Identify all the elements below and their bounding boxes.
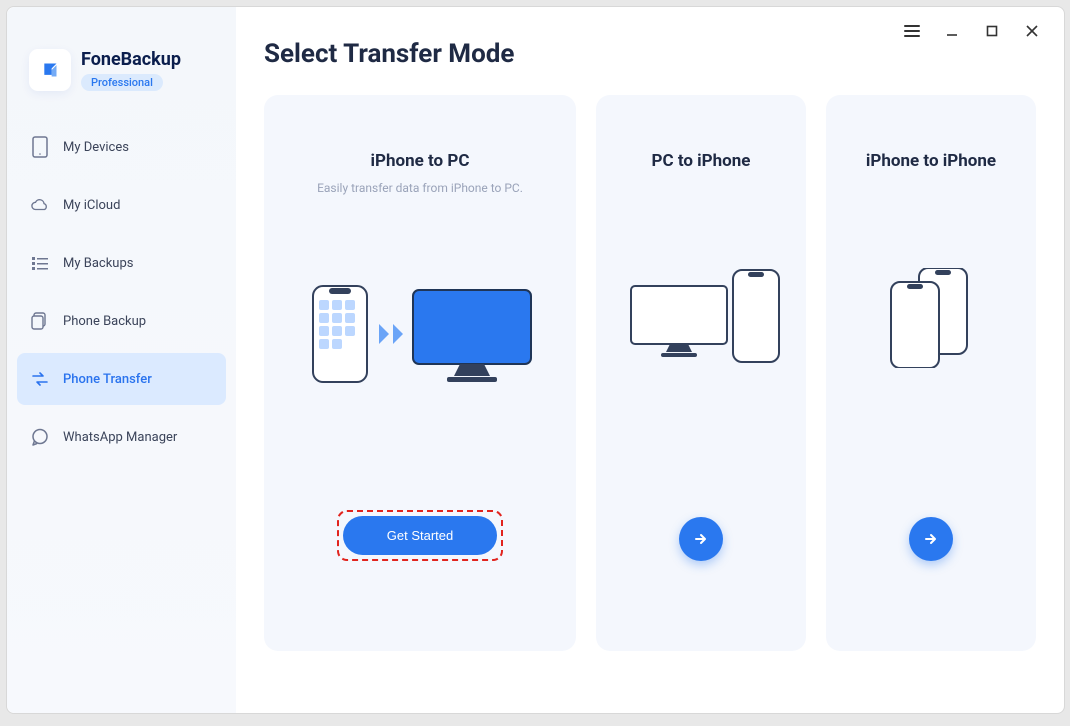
app-logo-icon <box>29 49 71 91</box>
arrow-right-icon <box>693 531 709 547</box>
sidebar-item-label: WhatsApp Manager <box>63 430 177 445</box>
card-iphone-to-pc: iPhone to PC Easily transfer data from i… <box>264 95 576 651</box>
sidebar-item-label: My Backups <box>63 256 133 271</box>
device-icon <box>31 138 49 156</box>
sidebar-item-label: My Devices <box>63 140 129 155</box>
card-title: iPhone to PC <box>371 151 470 171</box>
menu-button[interactable] <box>892 15 932 47</box>
card-title: PC to iPhone <box>652 151 751 171</box>
arrow-right-icon <box>923 531 939 547</box>
next-button[interactable] <box>679 517 723 561</box>
hamburger-icon <box>904 24 920 38</box>
close-button[interactable] <box>1012 15 1052 47</box>
sidebar-item-my-devices[interactable]: My Devices <box>17 121 226 173</box>
pc-to-iphone-illustration-icon <box>621 263 781 373</box>
sidebar-item-phone-transfer[interactable]: Phone Transfer <box>17 353 226 405</box>
chat-icon <box>31 428 49 446</box>
list-icon <box>31 254 49 272</box>
maximize-icon <box>986 25 998 37</box>
sidebar-item-label: My iCloud <box>63 198 120 213</box>
window-controls <box>892 15 1052 47</box>
sidebar-item-label: Phone Transfer <box>63 372 152 387</box>
sidebar: FoneBackup Professional My Devices My iC… <box>7 7 236 713</box>
brand-badge: Professional <box>81 74 163 91</box>
close-icon <box>1026 25 1038 37</box>
card-iphone-to-iphone[interactable]: iPhone to iPhone <box>826 95 1036 651</box>
cloud-icon <box>31 196 49 214</box>
stack-icon <box>31 312 49 330</box>
sidebar-item-my-icloud[interactable]: My iCloud <box>17 179 226 231</box>
maximize-button[interactable] <box>972 15 1012 47</box>
next-button[interactable] <box>909 517 953 561</box>
card-subtitle: Easily transfer data from iPhone to PC. <box>317 181 523 195</box>
iphone-to-iphone-illustration-icon <box>871 263 991 373</box>
app-window: FoneBackup Professional My Devices My iC… <box>6 6 1065 714</box>
minimize-button[interactable] <box>932 15 972 47</box>
brand: FoneBackup Professional <box>17 31 226 115</box>
transfer-icon <box>31 370 49 388</box>
card-title: iPhone to iPhone <box>866 151 996 171</box>
minimize-icon <box>946 25 958 37</box>
sidebar-item-my-backups[interactable]: My Backups <box>17 237 226 289</box>
sidebar-nav: My Devices My iCloud My Backups Phone Ba… <box>17 121 226 463</box>
sidebar-item-whatsapp-manager[interactable]: WhatsApp Manager <box>17 411 226 463</box>
iphone-to-pc-illustration-icon <box>305 279 535 389</box>
sidebar-item-label: Phone Backup <box>63 314 146 329</box>
main-content: Select Transfer Mode iPhone to PC Easily… <box>236 7 1064 713</box>
get-started-button[interactable]: Get Started <box>343 516 497 555</box>
transfer-mode-cards: iPhone to PC Easily transfer data from i… <box>264 95 1036 685</box>
sidebar-item-phone-backup[interactable]: Phone Backup <box>17 295 226 347</box>
card-pc-to-iphone[interactable]: PC to iPhone <box>596 95 806 651</box>
highlight-outline: Get Started <box>337 510 503 561</box>
brand-title: FoneBackup <box>81 49 181 70</box>
